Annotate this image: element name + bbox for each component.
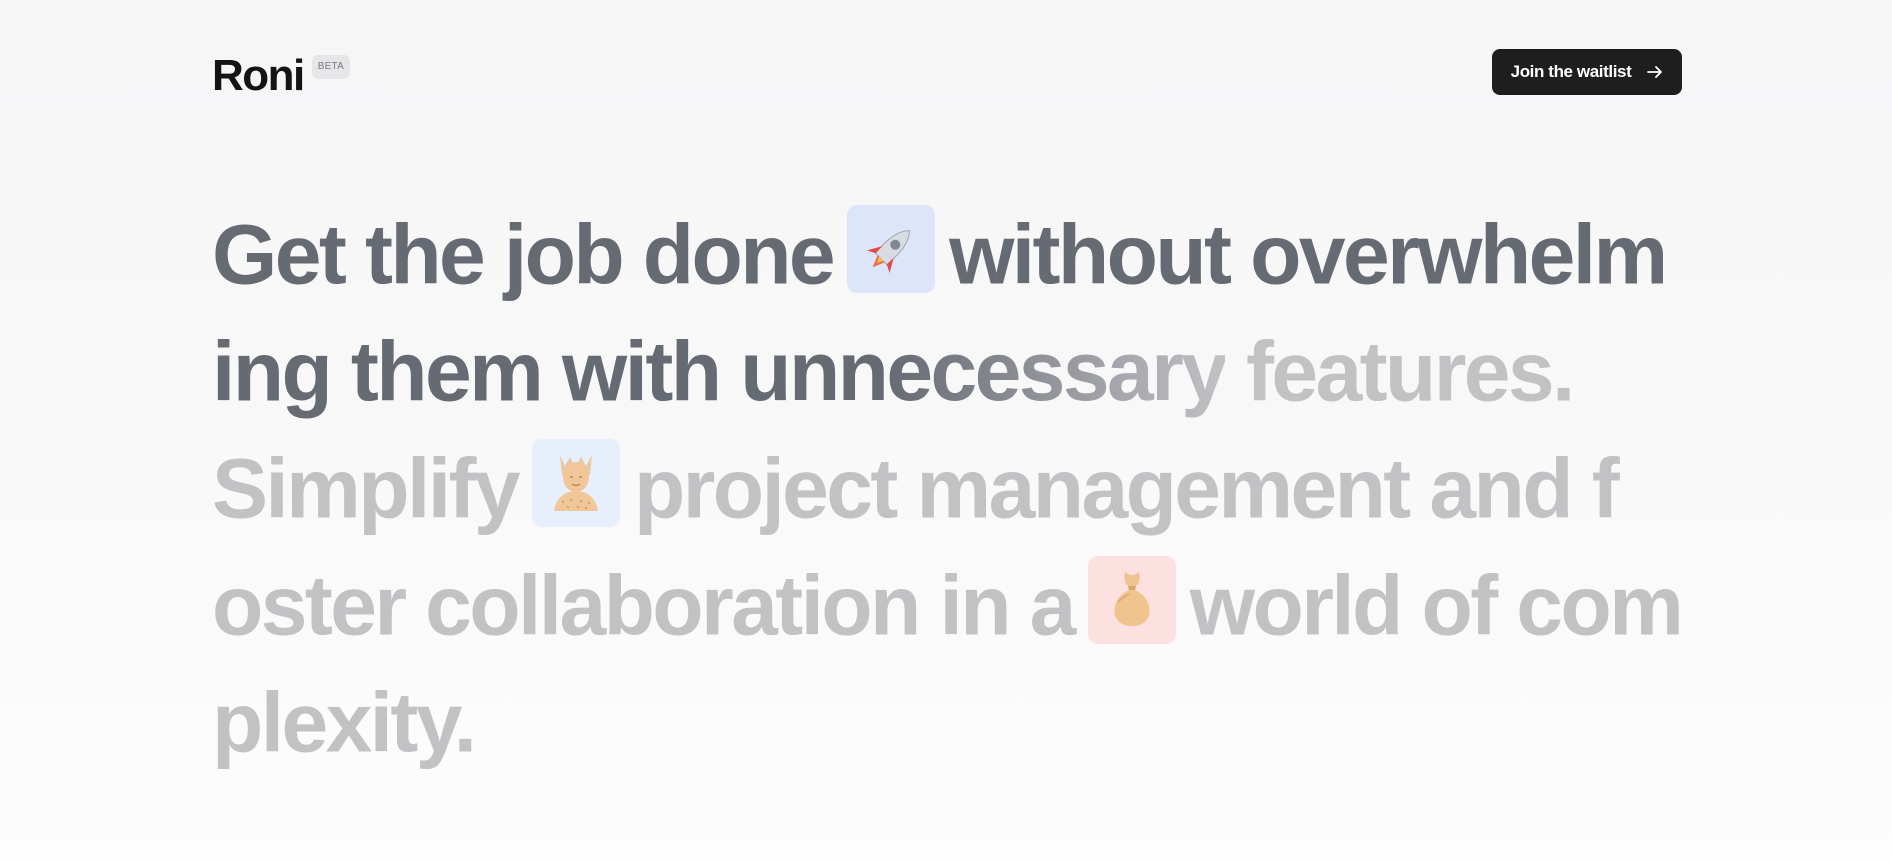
headline-text: Simplify	[212, 441, 521, 536]
headline-text: features.	[1225, 324, 1575, 419]
top-nav: Roni BETA Join the waitlist	[212, 48, 1682, 100]
person-icon	[531, 438, 620, 527]
headline-line-1: Get the job done without overwhelm	[212, 190, 1712, 307]
headline-line-2: ing them with unnecessary features.	[212, 307, 1712, 424]
headline-text: world of com	[1189, 558, 1684, 653]
headline-text: ing them with	[212, 324, 741, 419]
headline-line-5: plexity.	[212, 658, 1712, 775]
join-waitlist-button[interactable]: Join the waitlist	[1492, 49, 1682, 95]
money-bag-icon	[1087, 555, 1176, 644]
headline-text: plexity.	[212, 675, 477, 770]
headline-text: without overwhelm	[949, 207, 1668, 302]
headline-text: Get the job done	[212, 207, 836, 302]
headline-text: unnecessary	[740, 324, 1228, 419]
join-waitlist-label: Join the waitlist	[1510, 62, 1632, 81]
headline-text: project management and f	[633, 441, 1620, 536]
logo-text: Roni	[212, 51, 305, 100]
brand-logo[interactable]: Roni BETA	[212, 52, 350, 100]
headline-line-4: oster collaboration in a world of com	[212, 541, 1712, 658]
headline-text: oster collaboration in a	[212, 558, 1076, 653]
arrow-right-icon	[1647, 65, 1663, 79]
beta-badge: BETA	[311, 55, 350, 79]
hero-headline: Get the job done without overwhelm ing t…	[212, 190, 1712, 775]
headline-line-3: Simplify project management and f	[212, 424, 1712, 541]
rocket-icon	[847, 204, 936, 293]
